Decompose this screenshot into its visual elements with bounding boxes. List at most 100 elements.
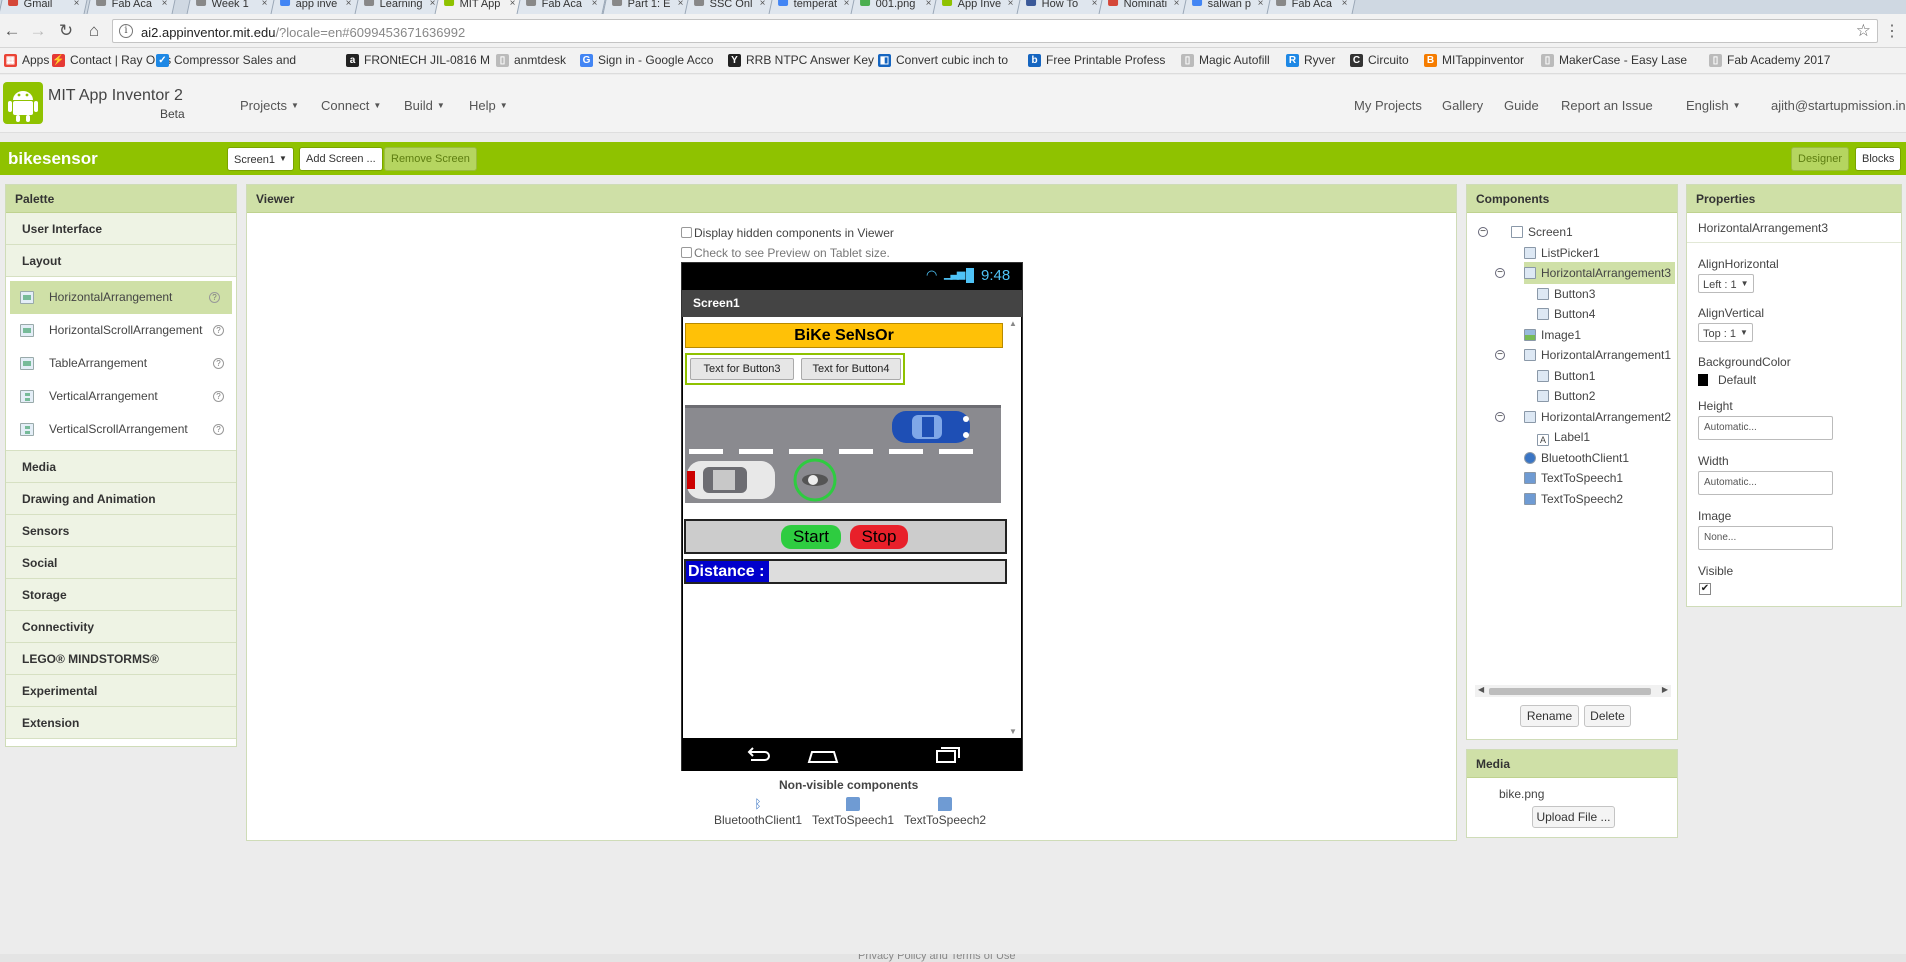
nonvisible-component[interactable]: TextToSpeech1	[812, 797, 894, 827]
palette-category[interactable]: Extension	[6, 707, 236, 739]
browser-tab[interactable]: 001.png ×	[850, 0, 940, 14]
component-tree-item[interactable]: HorizontalArrangement2	[1524, 406, 1671, 428]
bookmark-item[interactable]: C Circuito	[1350, 53, 1409, 67]
palette-item[interactable]: VerticalArrangement?	[6, 380, 236, 413]
screen-select[interactable]: Screen1 ▼	[227, 147, 294, 171]
distance-label[interactable]: Distance :	[686, 561, 769, 582]
browser-tab[interactable]: salwan p ×	[1182, 0, 1272, 14]
component-tree-item[interactable]: BluetoothClient1	[1524, 447, 1629, 469]
component-tree-item[interactable]: Button2	[1537, 385, 1595, 407]
horizontal-arrangement-1[interactable]: Start Stop	[684, 519, 1007, 554]
url-field[interactable]: i ai2.appinventor.mit.edu/?locale=en#609…	[112, 19, 1878, 43]
bookmark-item[interactable]: B MITappinventor	[1424, 53, 1524, 67]
tablet-preview-checkbox[interactable]: Check to see Preview on Tablet size.	[681, 246, 890, 260]
align-vertical-select[interactable]: Top : 1 ▼	[1698, 323, 1753, 342]
height-input[interactable]: Automatic...	[1698, 416, 1833, 440]
browser-tab[interactable]: Fab Aca ×	[1266, 0, 1356, 14]
tab-close-icon[interactable]: ×	[430, 0, 436, 9]
browser-tab[interactable]: Part 1: E ×	[602, 0, 692, 14]
menu-connect[interactable]: Connect ▼	[321, 98, 381, 113]
help-icon[interactable]: ?	[213, 424, 224, 435]
bookmark-item[interactable]: ▯ anmtdesk	[496, 53, 566, 67]
home-icon[interactable]: ⌂	[84, 21, 104, 41]
browser-tab[interactable]: How To ×	[1016, 0, 1106, 14]
tab-close-icon[interactable]: ×	[162, 0, 168, 9]
bookmark-item[interactable]: ⚡ Contact | Ray OMs	[52, 53, 171, 67]
bookmark-item[interactable]: a FRONtECH JIL-0816 M	[346, 53, 490, 67]
browser-tab[interactable]: SSC Onl ×	[684, 0, 774, 14]
browser-tab[interactable]: Week 1 ×	[186, 0, 276, 14]
screen-scrollbar[interactable]: ▲ ▼	[1007, 317, 1021, 738]
start-button[interactable]: Start	[781, 525, 841, 549]
info-icon[interactable]: i	[119, 24, 133, 38]
palette-item[interactable]: VerticalScrollArrangement?	[6, 413, 236, 446]
palette-item[interactable]: HorizontalScrollArrangement?	[6, 314, 236, 347]
palette-category[interactable]: Layout	[6, 245, 236, 277]
collapse-toggle-icon[interactable]: −	[1478, 227, 1488, 237]
tab-close-icon[interactable]: ×	[1342, 0, 1348, 9]
link-report-issue[interactable]: Report an Issue	[1561, 98, 1653, 113]
component-tree-item[interactable]: TextToSpeech1	[1524, 467, 1623, 489]
tab-close-icon[interactable]: ×	[1258, 0, 1264, 9]
link-my-projects[interactable]: My Projects	[1354, 98, 1422, 113]
component-tree-item[interactable]: HorizontalArrangement3	[1524, 262, 1676, 284]
visible-checkbox[interactable]: ✔	[1699, 583, 1711, 595]
nonvisible-component[interactable]: TextToSpeech2	[904, 797, 986, 827]
help-icon[interactable]: ?	[213, 325, 224, 336]
app-title-label[interactable]: BiKe SeNsOr	[685, 323, 1003, 348]
language-menu[interactable]: English ▼	[1686, 98, 1741, 113]
palette-category[interactable]: Storage	[6, 579, 236, 611]
back-icon[interactable]: ←	[2, 21, 22, 41]
browser-tab[interactable]: Learning ×	[354, 0, 444, 14]
align-horizontal-select[interactable]: Left : 1 ▼	[1698, 274, 1754, 293]
user-menu[interactable]: ajith@startupmission.in▼	[1771, 98, 1906, 113]
bookmark-item[interactable]: G Sign in - Google Acco	[580, 53, 713, 67]
palette-category[interactable]: Connectivity	[6, 611, 236, 643]
palette-category[interactable]: Media	[6, 451, 236, 483]
component-tree-item[interactable]: Screen1	[1511, 221, 1573, 243]
width-input[interactable]: Automatic...	[1698, 471, 1833, 495]
browser-tab[interactable]: Fab Aca ×	[86, 0, 176, 14]
delete-button[interactable]: Delete	[1584, 705, 1631, 727]
image-input[interactable]: None...	[1698, 526, 1833, 550]
component-tree-item[interactable]: Button4	[1537, 303, 1595, 325]
palette-item[interactable]: TableArrangement?	[6, 347, 236, 380]
rename-button[interactable]: Rename	[1520, 705, 1579, 727]
component-tree-item[interactable]: TextToSpeech2	[1524, 488, 1623, 510]
browser-menu-icon[interactable]: ⋮	[1884, 21, 1900, 41]
tab-close-icon[interactable]: ×	[262, 0, 268, 9]
button4[interactable]: Text for Button4	[801, 358, 901, 380]
background-color-picker[interactable]: Default	[1698, 373, 1756, 387]
tab-close-icon[interactable]: ×	[592, 0, 598, 9]
bookmark-item[interactable]: R Ryver	[1286, 53, 1335, 67]
remove-screen-button[interactable]: Remove Screen	[384, 147, 477, 171]
palette-category[interactable]: Social	[6, 547, 236, 579]
browser-tab[interactable]: Fab Aca ×	[516, 0, 606, 14]
help-icon[interactable]: ?	[209, 292, 220, 303]
tab-close-icon[interactable]: ×	[1174, 0, 1180, 9]
blocks-button[interactable]: Blocks	[1855, 147, 1902, 171]
add-screen-button[interactable]: Add Screen ...	[299, 147, 383, 171]
component-tree-item[interactable]: Button1	[1537, 365, 1595, 387]
browser-tab[interactable]: app inve ×	[270, 0, 360, 14]
component-tree-item[interactable]: HorizontalArrangement1	[1524, 344, 1671, 366]
bookmark-item[interactable]: Y RRB NTPC Answer Key	[728, 53, 874, 67]
tab-close-icon[interactable]: ×	[926, 0, 932, 9]
bookmark-item[interactable]: ▯ Fab Academy 2017	[1709, 53, 1830, 67]
help-icon[interactable]: ?	[213, 358, 224, 369]
bookmark-item[interactable]: b Free Printable Profess	[1028, 53, 1165, 67]
component-tree-item[interactable]: Image1	[1524, 324, 1581, 346]
tab-close-icon[interactable]: ×	[760, 0, 766, 9]
footer-links[interactable]: Privacy Policy and Terms of Use	[858, 954, 1016, 962]
palette-category[interactable]: Experimental	[6, 675, 236, 707]
collapse-toggle-icon[interactable]: −	[1495, 350, 1505, 360]
browser-tab[interactable]: temperat ×	[768, 0, 858, 14]
browser-tab[interactable]: MIT App ×	[434, 0, 524, 14]
browser-tab[interactable]: Gmail ×	[0, 0, 88, 14]
bookmark-star-icon[interactable]: ☆	[1856, 21, 1871, 41]
bookmark-item[interactable]: ◧ Convert cubic inch to	[878, 53, 1008, 67]
tab-close-icon[interactable]: ×	[1008, 0, 1014, 9]
help-icon[interactable]: ?	[213, 391, 224, 402]
browser-tab[interactable]: App Inve ×	[932, 0, 1022, 14]
component-tree-item[interactable]: Button3	[1537, 283, 1595, 305]
